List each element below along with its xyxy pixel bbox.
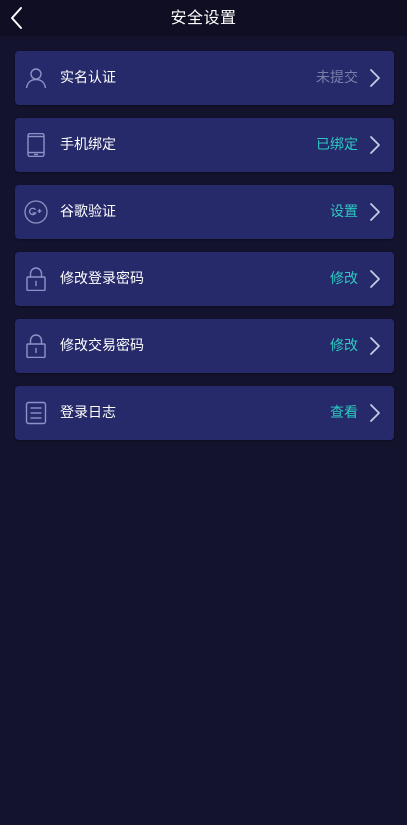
settings-item-label: 修改登录密码: [60, 271, 144, 287]
lock-icon: [24, 267, 48, 291]
chevron-right-icon: [368, 68, 382, 88]
google-plus-icon: [24, 200, 48, 224]
settings-item-google-auth[interactable]: 谷歌验证 设置: [15, 185, 394, 239]
status-badge: 查看: [330, 405, 358, 421]
settings-item-phone-binding[interactable]: 手机绑定 已绑定: [15, 118, 394, 172]
status-badge: 设置: [330, 204, 358, 220]
lock-icon: [24, 334, 48, 358]
chevron-right-icon: [368, 135, 382, 155]
settings-item-label: 登录日志: [60, 405, 116, 421]
settings-item-label: 实名认证: [60, 70, 116, 86]
chevron-right-icon: [368, 403, 382, 423]
settings-item-label: 谷歌验证: [60, 204, 116, 220]
settings-item-trade-password[interactable]: 修改交易密码 修改: [15, 319, 394, 373]
status-badge: 已绑定: [316, 137, 358, 153]
status-badge: 未提交: [316, 70, 358, 86]
user-icon: [24, 66, 48, 90]
chevron-right-icon: [368, 202, 382, 222]
chevron-right-icon: [368, 336, 382, 356]
settings-item-label: 手机绑定: [60, 137, 116, 153]
header-bar: 安全设置: [0, 0, 407, 36]
list-icon: [24, 401, 48, 425]
settings-item-login-password[interactable]: 修改登录密码 修改: [15, 252, 394, 306]
settings-item-login-log[interactable]: 登录日志 查看: [15, 386, 394, 440]
settings-item-label: 修改交易密码: [60, 338, 144, 354]
phone-icon: [24, 133, 48, 157]
page-title: 安全设置: [170, 8, 237, 27]
status-badge: 修改: [330, 338, 358, 354]
status-badge: 修改: [330, 271, 358, 287]
chevron-right-icon: [368, 269, 382, 289]
settings-item-real-name[interactable]: 实名认证 未提交: [15, 51, 394, 105]
security-settings-list: 实名认证 未提交 手机绑定 已绑定 谷歌验证 设置 修改登录密码 修改 修改交易…: [15, 51, 394, 453]
